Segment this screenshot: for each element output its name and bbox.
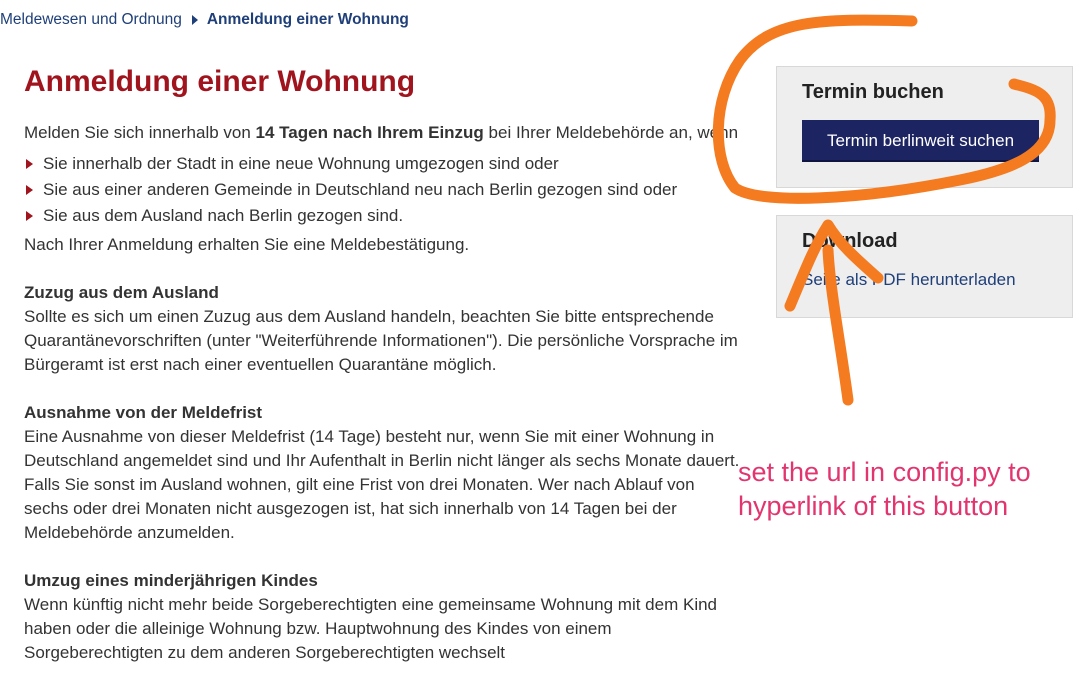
breadcrumb-current: Anmeldung einer Wohnung (206, 11, 409, 28)
breadcrumb-link-meldewesen[interactable]: Meldewesen und Ordnung (0, 11, 182, 29)
annotation-note: set the url in config.py to hyperlink of… (738, 457, 1031, 521)
section-paragraph: Eine Ausnahme von dieser Meldefrist (14 … (24, 427, 740, 470)
download-box: Download Seite als PDF herunterladen (776, 215, 1073, 318)
main-content: Anmeldung einer Wohnung Melden Sie sich … (24, 60, 740, 665)
section-paragraph: Sollte es sich um einen Zuzug aus dem Au… (24, 307, 738, 374)
section-paragraph: Wenn künftig nicht mehr beide Sorgeberec… (24, 595, 717, 662)
section-heading: Zuzug aus dem Ausland (24, 283, 219, 302)
confirmation-text: Nach Ihrer Anmeldung erhalten Sie eine M… (24, 235, 470, 254)
list-item: Sie aus einer anderen Gemeinde in Deutsc… (24, 178, 740, 204)
list-item: Sie aus dem Ausland nach Berlin gezogen … (24, 204, 740, 230)
reasons-list: Sie innerhalb der Stadt in eine neue Woh… (24, 152, 740, 230)
section-paragraph: Falls Sie sonst im Ausland wohnen, gilt … (24, 475, 695, 542)
intro-text: Melden Sie sich innerhalb von 14 Tagen n… (24, 123, 739, 142)
download-box-title: Download (802, 230, 898, 252)
bullet-arrow-icon (26, 211, 33, 221)
section-heading: Umzug eines minderjährigen Kindes (24, 571, 318, 590)
termin-box: Termin buchen Termin berlinweit suchen (776, 66, 1073, 188)
section-ausnahme-meldefrist: Ausnahme von der Meldefrist Eine Ausnahm… (24, 401, 740, 545)
section-heading: Ausnahme von der Meldefrist (24, 403, 263, 422)
bullet-arrow-icon (26, 159, 33, 169)
breadcrumb: Meldewesen und Ordnung Anmeldung einer W… (0, 9, 409, 31)
section-zuzug-ausland: Zuzug aus dem Ausland Sollte es sich um … (24, 281, 740, 377)
bullet-arrow-icon (26, 185, 33, 195)
page-title: Anmeldung einer Wohnung (24, 65, 416, 98)
pdf-download-link[interactable]: Seite als PDF herunterladen (802, 270, 1016, 290)
section-umzug-kind: Umzug eines minderjährigen Kindes Wenn k… (24, 569, 740, 665)
termin-box-title: Termin buchen (802, 81, 944, 103)
termin-search-button[interactable]: Termin berlinweit suchen (802, 120, 1039, 162)
list-item: Sie innerhalb der Stadt in eine neue Woh… (24, 152, 740, 178)
breadcrumb-separator-icon (191, 15, 198, 25)
intro-deadline: 14 Tagen nach Ihrem Einzug (255, 123, 484, 142)
